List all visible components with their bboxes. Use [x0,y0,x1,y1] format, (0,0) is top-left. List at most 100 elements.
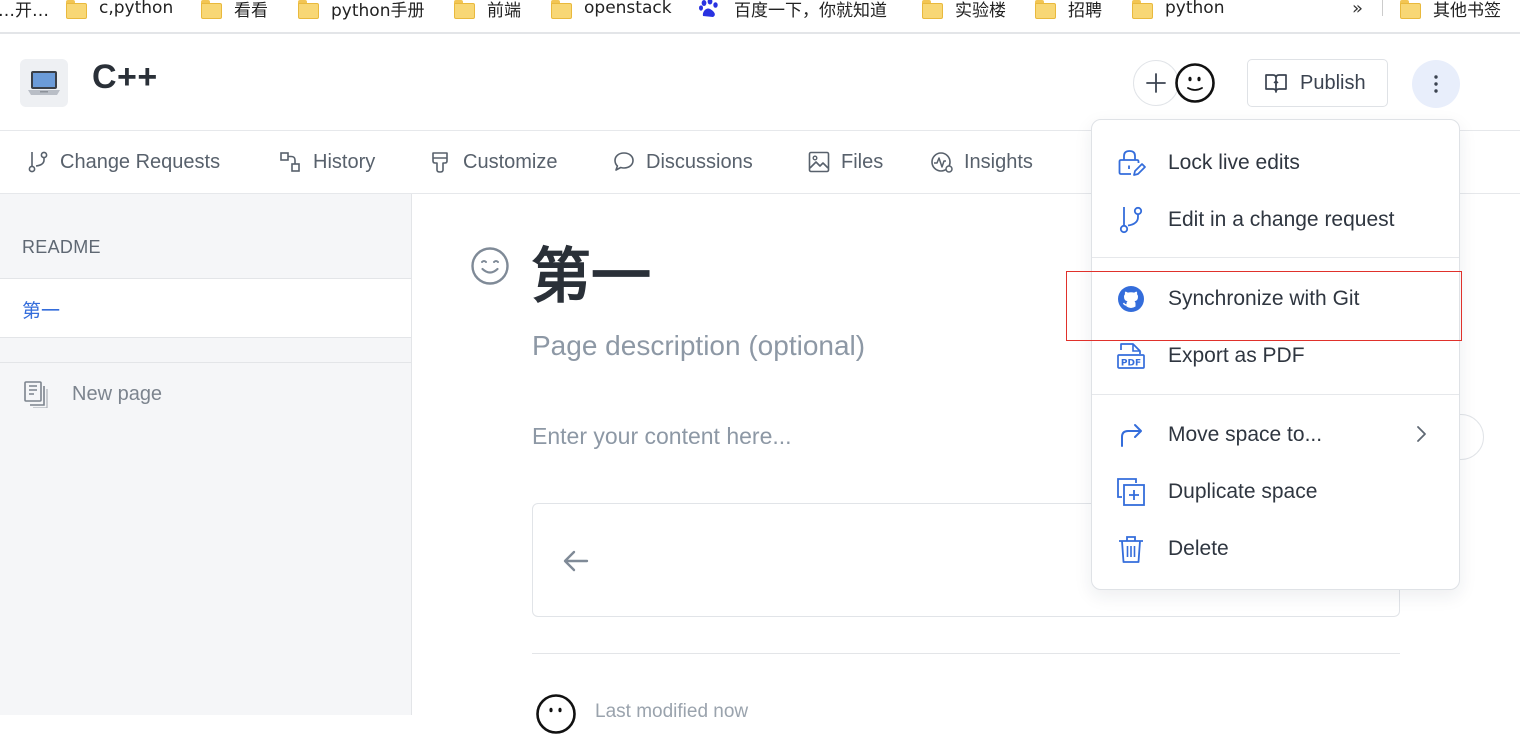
bookmark-item[interactable]: c,python [66,0,174,19]
new-page-button[interactable]: New page [22,380,162,408]
bookmark-item[interactable]: python手册 [298,0,425,21]
branch-icon [1119,206,1143,234]
bookmark-item-other[interactable]: 其他书签 [1400,0,1501,21]
more-options-button[interactable] [1412,60,1460,108]
branch-icon [28,151,48,173]
folder-icon [1400,0,1421,19]
tab-label: Insights [964,150,1033,173]
folder-icon [454,0,475,19]
folder-icon [922,0,943,19]
space-header: C++ Publish [0,34,1520,131]
duplicate-icon [1117,478,1145,506]
pdf-icon: PDF [1117,343,1145,369]
page-description-field[interactable]: Page description (optional) [532,330,865,362]
folder-icon [298,0,319,19]
bookmarks-separator [1382,0,1383,16]
folder-icon [1132,0,1153,19]
menu-item-label: Lock live edits [1168,150,1300,174]
bookmark-item[interactable]: 百度一下，你就知道 [698,0,887,21]
bookmark-item[interactable]: openstack [551,0,672,19]
tab-discussions[interactable]: Discussions [612,131,753,193]
speech-bubble-icon [614,152,634,171]
bookmark-item[interactable]: 招聘 [1035,0,1102,21]
tab-label: Files [841,150,884,173]
laptop-emoji-icon[interactable] [20,59,68,107]
image-icon [808,151,830,173]
tab-label: History [313,150,376,173]
folder-icon [201,0,222,19]
sidebar-group-title: README [22,237,101,257]
publish-label: Publish [1300,71,1366,94]
forward-arrow-icon [1121,424,1142,447]
last-modified-text: Last modified now [595,701,749,722]
paint-brush-icon [432,152,448,173]
bookmark-item[interactable]: python [1132,0,1225,19]
bookmark-label: openstack [584,0,672,18]
sidebar-group: README [0,194,411,279]
new-page-icon [24,381,48,408]
tab-history[interactable]: History [279,131,375,193]
add-emoji-icon[interactable] [470,246,510,286]
chevron-right-icon [1417,426,1426,442]
insights-icon [931,152,953,173]
content-divider [532,653,1400,654]
bookmark-label: 实验楼 [955,0,1006,21]
sidebar-item-active-page[interactable]: 第一 [0,279,411,338]
sidebar-item-label: 第一 [22,300,61,322]
menu-separator [1092,394,1459,395]
bookmark-label: 看看 [234,0,268,21]
bookmarks-overflow-button[interactable]: » [1352,0,1363,19]
add-button[interactable] [1133,60,1179,106]
tab-customize[interactable]: Customize [429,131,557,193]
sidebar-divider [0,362,411,363]
tab-files[interactable]: Files [807,131,883,193]
bookmark-item[interactable]: 前端 [454,0,521,21]
bookmark-label: 招聘 [1068,0,1102,21]
bookmark-label: …开… [0,0,49,21]
menu-item-duplicate-space[interactable]: Duplicate space [1092,463,1459,520]
page-title[interactable]: 第一 [531,228,651,315]
bookmarks-bar: …开… c,python 看看 python手册 前端 openstack 百度… [0,0,1520,34]
page-content-editor[interactable]: Enter your content here... [532,423,792,450]
menu-item-label: Duplicate space [1168,479,1318,503]
bookmark-item[interactable]: …开… [0,0,49,21]
lock-edit-icon [1118,150,1146,176]
bookmark-label: 百度一下，你就知道 [734,0,887,21]
menu-item-edit-in-change-request[interactable]: Edit in a change request [1092,191,1459,248]
bookmark-label: python手册 [331,0,425,21]
folder-icon [551,0,572,19]
tab-label: Change Requests [60,150,221,173]
book-open-icon [1265,74,1287,93]
folder-icon [66,0,87,19]
menu-item-delete[interactable]: Delete [1092,520,1459,577]
menu-separator [1092,257,1459,258]
tab-label: Customize [463,150,558,173]
tab-change-requests[interactable]: Change Requests [26,131,220,193]
bookmark-label: python [1165,0,1225,18]
bookmark-item[interactable]: 看看 [201,0,268,21]
baidu-paw-icon [698,0,720,18]
bookmark-label: 前端 [487,0,521,21]
tab-insights[interactable]: Insights [930,131,1033,193]
space-title: C++ [92,58,158,96]
new-page-label: New page [72,382,163,405]
menu-item-lock-live-edits[interactable]: Lock live edits [1092,134,1459,191]
avatar [535,693,577,735]
menu-item-label: Edit in a change request [1168,207,1395,231]
menu-item-move-space[interactable]: Move space to... [1092,406,1459,463]
svg-text:PDF: PDF [1121,359,1141,369]
plus-icon [1146,73,1166,93]
highlight-annotation [1066,271,1462,341]
history-icon [280,152,300,172]
bookmark-item[interactable]: 实验楼 [922,0,1006,21]
space-options-menu: Lock live edits Edit in a change request… [1091,119,1460,590]
trash-icon [1119,536,1143,563]
bookmark-label: c,python [99,0,174,18]
avatar-icon[interactable] [1174,62,1216,104]
publish-button[interactable]: Publish [1247,59,1388,107]
vertical-dots-icon [1434,75,1438,93]
tab-label: Discussions [646,150,753,173]
menu-item-label: Move space to... [1168,422,1323,446]
arrow-left-icon [563,550,589,572]
menu-item-label: Export as PDF [1168,343,1305,367]
